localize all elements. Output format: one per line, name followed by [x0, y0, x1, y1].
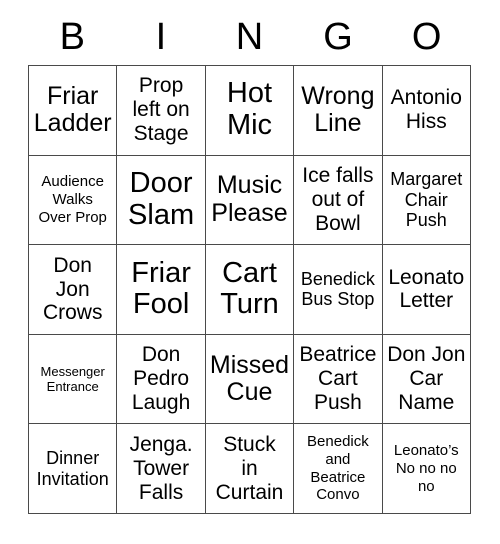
bingo-cell-label: Friar Fool	[131, 256, 191, 321]
bingo-cell-label: Hot Mic	[226, 77, 273, 142]
bingo-cell[interactable]: Margaret Chair Push	[382, 155, 471, 246]
header-letter-i: I	[155, 15, 167, 58]
bingo-cell[interactable]: Don Pedro Laugh	[117, 334, 206, 425]
bingo-cell-label: Leonato Letter	[388, 265, 465, 313]
bingo-cell-label: Antonio Hiss	[390, 86, 462, 134]
bingo-cell[interactable]: Prop left on Stage	[117, 66, 206, 156]
bingo-cell-label: Missed Cue	[209, 350, 290, 407]
bingo-cell[interactable]: Ice falls out of Bowl	[294, 155, 383, 246]
bingo-cell[interactable]: Don Jon Crows	[29, 245, 118, 335]
header-letter-o: O	[411, 15, 442, 58]
bingo-cell[interactable]: Benedick and Beatrice Convo	[294, 424, 383, 514]
bingo-cell-label: Messenger Entrance	[40, 363, 105, 395]
bingo-cell[interactable]: Hot Mic	[205, 66, 295, 156]
header-letter-b: B	[59, 15, 85, 58]
bingo-cell-label: Beatrice Cart Push	[299, 343, 377, 415]
bingo-cell[interactable]: Cart Turn	[205, 245, 295, 335]
bingo-cell[interactable]: Audience Walks Over Prop	[29, 155, 118, 246]
bingo-cell[interactable]: Antonio Hiss	[382, 66, 471, 156]
bingo-cell[interactable]: Door Slam	[117, 155, 206, 246]
bingo-cell-label: Don Jon Car Name	[387, 343, 466, 415]
bingo-cell-label: Stuck in Curtain	[215, 432, 284, 504]
bingo-cell[interactable]: Missed Cue	[205, 334, 295, 425]
bingo-cell-label: Door Slam	[128, 167, 195, 231]
bingo-card: B I N G O Friar Ladder Prop left on Stage…	[0, 0, 500, 544]
bingo-cell-label: Cart Turn	[220, 256, 279, 321]
bingo-cell[interactable]: Jenga. Tower Falls	[117, 424, 206, 514]
bingo-cell[interactable]: Leonato’s No no no no	[382, 424, 471, 514]
bingo-cell[interactable]: Friar Ladder	[29, 66, 118, 156]
bingo-cell-label: Benedick Bus Stop	[300, 268, 375, 310]
bingo-cell-label: Margaret Chair Push	[390, 168, 463, 231]
bingo-cell-label: Dinner Invitation	[36, 448, 109, 489]
bingo-cell[interactable]: Wrong Line	[294, 66, 383, 156]
bingo-cell[interactable]: Music Please	[205, 155, 295, 246]
bingo-header: B I N G O	[28, 8, 471, 65]
bingo-cell-label: Don Jon Crows	[42, 253, 103, 325]
bingo-cell[interactable]: Beatrice Cart Push	[294, 334, 383, 425]
bingo-cell[interactable]: Friar Fool	[117, 245, 206, 335]
bingo-cell-label: Prop left on Stage	[132, 74, 190, 146]
bingo-cell-label: Audience Walks Over Prop	[38, 173, 107, 226]
bingo-cell[interactable]: Messenger Entrance	[29, 334, 118, 425]
bingo-cell-label: Wrong Line	[301, 81, 375, 138]
bingo-cell[interactable]: Don Jon Car Name	[382, 334, 471, 425]
bingo-cell-label: Music Please	[211, 171, 288, 227]
bingo-cell-label: Ice falls out of Bowl	[302, 163, 374, 235]
bingo-cell[interactable]: Leonato Letter	[382, 245, 471, 335]
bingo-cell-label: Friar Ladder	[33, 81, 112, 138]
header-letter-g: G	[323, 15, 353, 58]
bingo-cell-label: Jenga. Tower Falls	[129, 432, 193, 504]
bingo-cell-label: Don Pedro Laugh	[131, 343, 191, 415]
bingo-cell[interactable]: Stuck in Curtain	[205, 424, 295, 514]
bingo-grid: Friar Ladder Prop left on Stage Hot Mic Wro…	[28, 65, 471, 514]
bingo-cell[interactable]: Benedick Bus Stop	[294, 245, 383, 335]
header-letter-n: N	[235, 15, 264, 58]
bingo-cell-label: Benedick and Beatrice Convo	[307, 433, 369, 504]
bingo-cell[interactable]: Dinner Invitation	[29, 424, 118, 514]
bingo-cell-label: Leonato’s No no no no	[393, 442, 459, 495]
